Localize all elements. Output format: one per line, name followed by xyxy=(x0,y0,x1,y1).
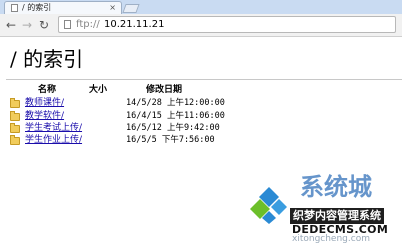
reload-icon[interactable]: ↻ xyxy=(39,17,49,33)
url-host: 10.21.11.21 xyxy=(104,19,165,30)
watermark-brand: 系统城 xyxy=(300,173,372,201)
modified-date: 16/5/5 下午7:56:00 xyxy=(126,135,215,145)
address-bar[interactable]: ftp:// 10.21.11.21 xyxy=(58,16,396,33)
modified-date: 14/5/28 上午12:00:00 xyxy=(126,98,225,108)
page-icon xyxy=(11,4,18,12)
folder-icon xyxy=(10,123,20,133)
tab-close-button[interactable]: × xyxy=(109,2,116,14)
column-header-size[interactable]: 大小 xyxy=(89,84,107,96)
list-item: 教师课件/ 14/5/28 上午12:00:00 xyxy=(10,97,310,110)
url-scheme: ftp:// xyxy=(76,19,100,30)
browser-toolbar: ← → ↻ ftp:// 10.21.11.21 xyxy=(0,14,402,37)
folder-icon xyxy=(10,98,20,108)
column-header-name[interactable]: 名称 xyxy=(38,84,56,96)
folder-icon xyxy=(10,111,20,121)
divider xyxy=(6,79,402,80)
watermark-title: 织梦内容管理系统 xyxy=(290,208,384,224)
tab-title: / 的索引 xyxy=(22,3,52,12)
folder-link[interactable]: 教师课件/ xyxy=(25,97,64,110)
back-arrow-icon[interactable]: ← xyxy=(6,17,16,33)
browser-tab-strip: / 的索引 × xyxy=(0,0,402,14)
browser-tab[interactable]: / 的索引 × xyxy=(4,1,122,14)
page-icon xyxy=(64,20,71,29)
windows-logo-icon xyxy=(250,187,287,224)
new-tab-button[interactable] xyxy=(122,4,140,13)
folder-link[interactable]: 学生作业上传/ xyxy=(25,134,82,147)
folder-icon xyxy=(10,135,20,145)
page-title: / 的索引 xyxy=(10,47,84,71)
list-item: 学生作业上传/ 16/5/5 下午7:56:00 xyxy=(10,134,310,147)
watermark-url-secondary: xitongcheng.com xyxy=(292,234,370,244)
forward-arrow-icon[interactable]: → xyxy=(22,17,32,33)
column-header-date[interactable]: 修改日期 xyxy=(146,84,182,96)
